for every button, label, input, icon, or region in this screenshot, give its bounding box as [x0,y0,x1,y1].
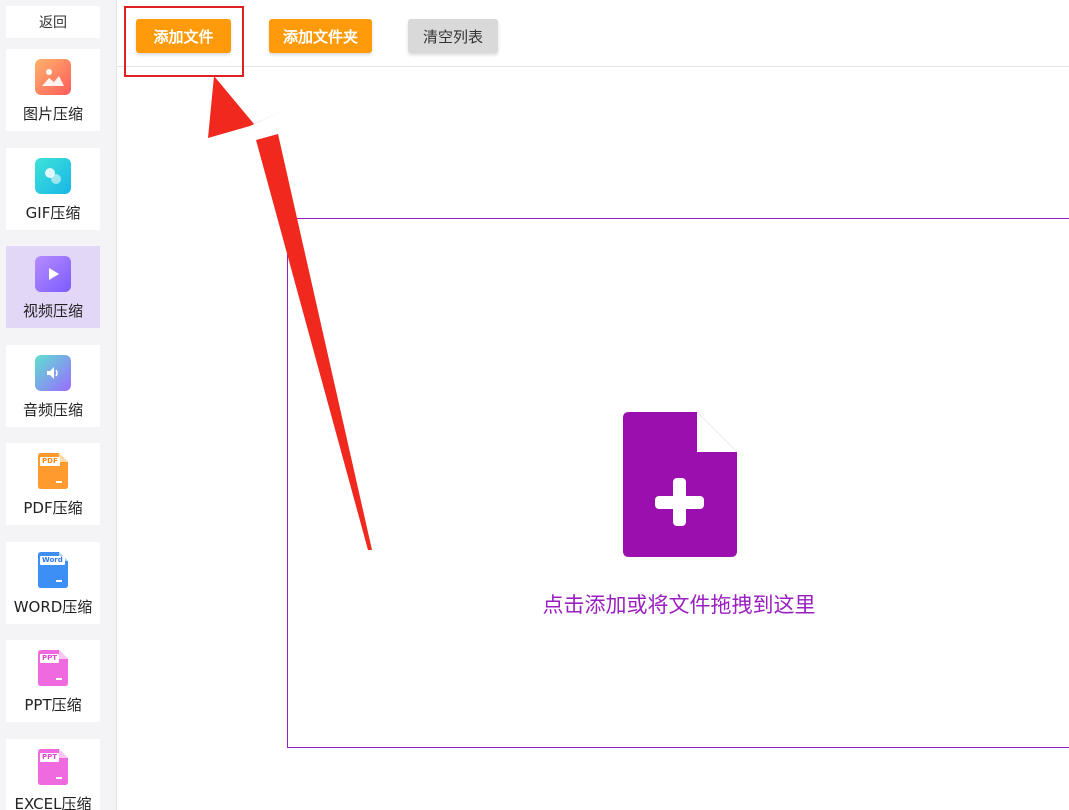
ppt-tag: PPT [40,654,60,663]
audio-speaker-icon [35,355,71,391]
annotation-highlight-box [124,6,244,77]
word-file-icon: Word [35,552,71,588]
sidebar-item-label: 音频压缩 [22,401,83,419]
sidebar-item-label: EXCEL压缩 [14,795,92,810]
sidebar-item-image-compress[interactable]: 图片压缩 [6,49,100,131]
sidebar-item-label: 视频压缩 [22,302,83,320]
file-drop-zone[interactable]: 点击添加或将文件拖拽到这里 [287,218,1069,748]
sidebar-item-label: 图片压缩 [22,105,83,123]
sidebar-item-label: GIF压缩 [25,204,81,222]
clear-list-button[interactable]: 清空列表 [408,19,498,53]
drop-zone-hint: 点击添加或将文件拖拽到这里 [542,593,816,617]
toolbar: 添加文件 添加文件夹 清空列表 [117,0,1069,67]
image-icon [35,59,71,95]
app-window: 返回 图片压缩 GIF压缩 视频压缩 音频压缩 PDF PDF压缩 Word W… [0,0,1069,810]
arrow-head [208,76,284,138]
sidebar-item-video-compress[interactable]: 视频压缩 [6,246,100,328]
sidebar-item-pdf-compress[interactable]: PDF PDF压缩 [6,443,100,525]
excel-file-icon: PPT [35,749,71,785]
ppt-file-icon: PPT [35,650,71,686]
back-button[interactable]: 返回 [6,6,100,38]
add-file-icon [623,412,737,557]
sidebar-item-excel-compress[interactable]: PPT EXCEL压缩 [6,739,100,810]
sidebar-item-label: PDF压缩 [23,499,83,517]
sidebar-item-label: WORD压缩 [13,598,93,616]
video-play-icon [35,256,71,292]
add-folder-button[interactable]: 添加文件夹 [269,19,372,53]
excel-tag: PPT [40,753,60,762]
pdf-file-icon: PDF [35,453,71,489]
sidebar-item-ppt-compress[interactable]: PPT PPT压缩 [6,640,100,722]
pdf-tag: PDF [40,457,60,466]
sidebar-item-word-compress[interactable]: Word WORD压缩 [6,542,100,624]
sidebar-item-label: PPT压缩 [24,696,82,714]
word-tag: Word [40,556,65,565]
sidebar-item-audio-compress[interactable]: 音频压缩 [6,345,100,427]
gif-icon [35,158,71,194]
sidebar-item-gif-compress[interactable]: GIF压缩 [6,148,100,230]
sidebar: 返回 图片压缩 GIF压缩 视频压缩 音频压缩 PDF PDF压缩 Word W… [0,0,117,810]
